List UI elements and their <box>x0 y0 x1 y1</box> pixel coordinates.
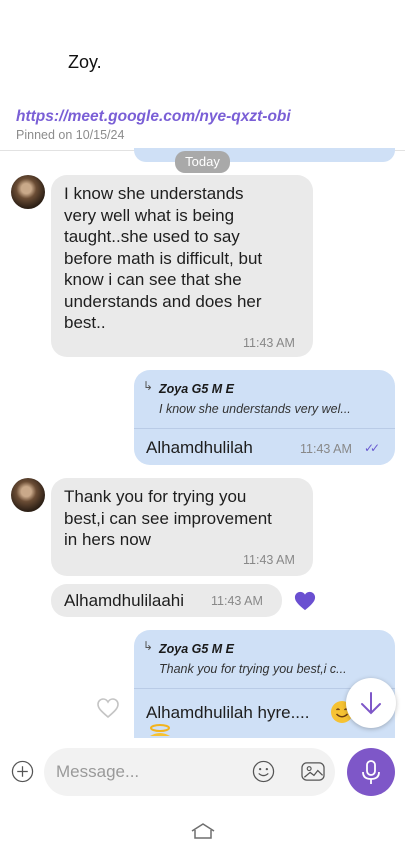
message-text: Alhamdhulilaahi <box>64 591 185 610</box>
reply-author: Zoya G5 M E <box>159 382 235 396</box>
add-icon[interactable] <box>11 760 34 783</box>
message-time: 11:43 AM <box>300 442 352 456</box>
microphone-icon <box>362 760 380 784</box>
outgoing-message-bubble[interactable]: ↳ Zoya G5 M E I know she understands ver… <box>134 370 395 465</box>
angel-emoji-icon <box>150 724 170 736</box>
message-text: Alhamdhulilah <box>146 438 253 457</box>
reply-author: Zoya G5 M E <box>159 642 235 656</box>
message-input[interactable] <box>56 760 236 784</box>
date-divider: Today <box>175 151 230 173</box>
reply-arrow-icon: ↳ <box>143 379 154 393</box>
incoming-message-bubble[interactable]: Thank you for trying you best,i can see … <box>51 478 313 576</box>
chat-header: Zoy. <box>0 0 405 92</box>
message-text: Thank you for trying you best,i can see … <box>64 487 272 549</box>
avatar[interactable] <box>11 478 45 512</box>
voice-message-button[interactable] <box>347 748 395 796</box>
avatar[interactable] <box>11 175 45 209</box>
read-receipt-icon: ✓✓ <box>364 441 380 455</box>
incoming-message-bubble[interactable]: I know she understands very well what is… <box>51 175 313 357</box>
message-time: 11:43 AM <box>243 553 295 567</box>
message-time: 11:43 AM <box>243 336 295 350</box>
pinned-date: Pinned on 10/15/24 <box>16 128 125 142</box>
home-icon[interactable] <box>190 822 216 840</box>
emoji-icon[interactable] <box>252 760 275 783</box>
reply-snippet[interactable]: Thank you for trying you best,i c... <box>159 662 347 676</box>
heart-reaction-icon[interactable] <box>294 590 316 612</box>
chat-title[interactable]: Zoy. <box>68 52 102 73</box>
previous-outgoing-bubble <box>134 148 395 162</box>
message-time: 11:43 AM <box>211 594 263 608</box>
reply-arrow-icon: ↳ <box>143 639 154 653</box>
incoming-message-bubble[interactable]: Alhamdhulilaahi 11:43 AM <box>51 584 282 617</box>
message-text: Alhamdhulilah hyre.... <box>146 703 310 722</box>
scroll-to-bottom-button[interactable] <box>346 678 396 728</box>
pinned-link[interactable]: https://meet.google.com/nye-qxzt-obi <box>16 108 291 126</box>
message-text: I know she understands very well what is… <box>64 184 263 332</box>
reply-divider <box>134 428 395 429</box>
heart-outline-icon[interactable] <box>96 697 120 719</box>
sticker-icon[interactable] <box>300 760 326 783</box>
reply-snippet[interactable]: I know she understands very wel... <box>159 402 351 416</box>
chevron-down-icon <box>361 692 381 715</box>
